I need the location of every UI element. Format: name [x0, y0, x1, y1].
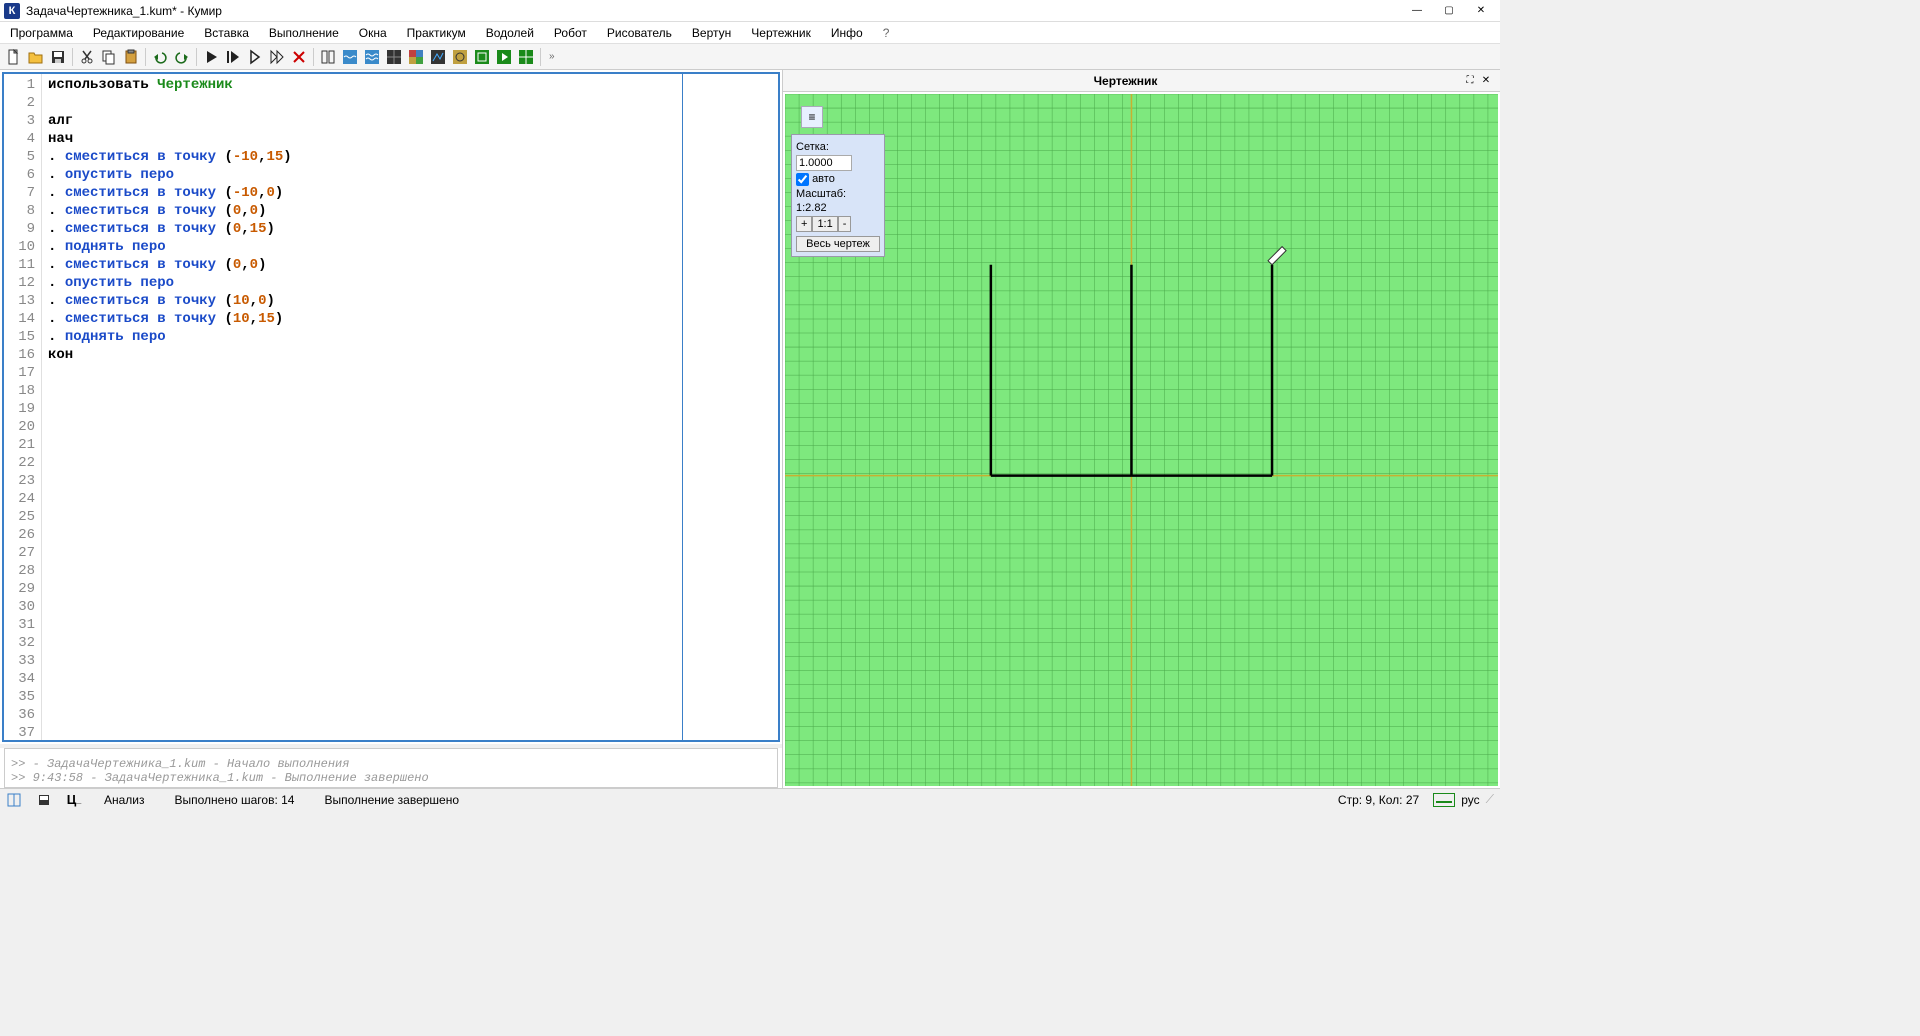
grid-label: Сетка: — [796, 141, 880, 153]
step-over-button[interactable] — [245, 47, 265, 67]
menu-робот[interactable]: Робот — [550, 24, 591, 42]
code-line: . сместиться в точку (0,0) — [48, 256, 772, 274]
code-line: . сместиться в точку (0,15) — [48, 220, 772, 238]
code-line: . опустить перо — [48, 274, 772, 292]
code-line: нач — [48, 130, 772, 148]
code-line: . поднять перо — [48, 328, 772, 346]
step-into-button[interactable] — [267, 47, 287, 67]
save-file-button[interactable] — [48, 47, 68, 67]
auto-checkbox-label[interactable]: авто — [796, 173, 835, 185]
run-step-button[interactable] — [223, 47, 243, 67]
sb-analysis[interactable]: Анализ — [96, 793, 153, 807]
scale-value: 1:2.82 — [796, 202, 880, 214]
console-line: >> 9:43:58 - ЗадачаЧертежника_1.kum - Вы… — [11, 771, 771, 785]
menu-рисователь[interactable]: Рисователь — [603, 24, 676, 42]
run-button[interactable] — [201, 47, 221, 67]
new-file-button[interactable] — [4, 47, 24, 67]
code-line: кон — [48, 346, 772, 364]
sb-resize-grip[interactable]: ⟋ — [1486, 792, 1494, 807]
draw-panel-header: Чертежник ⛶ ✕ — [783, 70, 1500, 92]
menu-вставка[interactable]: Вставка — [200, 24, 253, 42]
console-line: >> - ЗадачаЧертежника_1.kum - Начало вып… — [11, 757, 771, 771]
code-line: алг — [48, 112, 772, 130]
code-line: использовать Чертежник — [48, 76, 772, 94]
full-view-button[interactable]: Весь чертеж — [796, 236, 880, 252]
robot-exit-button[interactable] — [494, 47, 514, 67]
close-button[interactable]: ✕ — [1466, 2, 1496, 20]
sb-font-icon[interactable]: Ц_ — [66, 792, 82, 808]
menu-редактирование[interactable]: Редактирование — [89, 24, 188, 42]
grid-dark-button[interactable] — [384, 47, 404, 67]
paste-button[interactable] — [121, 47, 141, 67]
robot-grid-button[interactable] — [516, 47, 536, 67]
menu-окна[interactable]: Окна — [355, 24, 391, 42]
code-line: . сместиться в точку (-10,0) — [48, 184, 772, 202]
menu-практикум[interactable]: Практикум — [403, 24, 470, 42]
draw-panel-title: Чертежник — [789, 74, 1462, 88]
draw-control-panel: Сетка: авто Масштаб: 1:2.82 + 1:1 - Весь… — [791, 134, 885, 257]
editor[interactable]: 1234567891011121314151617181920212223242… — [2, 72, 780, 742]
zoom-in-button[interactable]: + — [796, 216, 812, 232]
statusbar: Ц_ Анализ Выполнено шагов: 14 Выполнение… — [0, 788, 1500, 810]
cut-button[interactable] — [77, 47, 97, 67]
sb-layout-icon[interactable] — [6, 792, 22, 808]
console[interactable]: >> - ЗадачаЧертежника_1.kum - Начало вып… — [4, 748, 778, 788]
risovatel-button[interactable] — [428, 47, 448, 67]
code-area[interactable]: использовать Чертежник алгнач. сместитьс… — [42, 74, 778, 740]
chertezh-green-button[interactable] — [472, 47, 492, 67]
toolbar: » — [0, 44, 1500, 70]
layout-button[interactable] — [318, 47, 338, 67]
redo-button[interactable] — [172, 47, 192, 67]
drawing-canvas[interactable]: ≡ Сетка: авто Масштаб: 1:2.82 + 1:1 - Ве… — [785, 94, 1498, 786]
sb-steps: Выполнено шагов: 14 — [167, 793, 303, 807]
menu-водолей[interactable]: Водолей — [482, 24, 538, 42]
vodoley2-button[interactable] — [362, 47, 382, 67]
menu-вертун[interactable]: Вертун — [688, 24, 735, 42]
panel-close-button[interactable]: ✕ — [1478, 73, 1494, 89]
toolbar-more-icon[interactable]: » — [545, 51, 559, 62]
undo-button[interactable] — [150, 47, 170, 67]
auto-checkbox[interactable] — [796, 173, 809, 186]
code-line: . сместиться в точку (-10,15) — [48, 148, 772, 166]
menu-чертежник[interactable]: Чертежник — [747, 24, 815, 42]
grid-color-button[interactable] — [406, 47, 426, 67]
minimize-button[interactable]: — — [1402, 2, 1432, 20]
code-line: . опустить перо — [48, 166, 772, 184]
sb-position: Стр: 9, Кол: 27 — [1330, 793, 1427, 807]
menu-инфо[interactable]: Инфо — [827, 24, 867, 42]
zoom-out-button[interactable]: - — [838, 216, 852, 232]
menu-программа[interactable]: Программа — [6, 24, 77, 42]
menu-выполнение[interactable]: Выполнение — [265, 24, 343, 42]
sb-done: Выполнение завершено — [316, 793, 467, 807]
sb-lang[interactable]: рус — [1461, 793, 1479, 807]
code-line: . сместиться в точку (10,0) — [48, 292, 772, 310]
help-icon[interactable]: ? — [883, 26, 890, 40]
app-icon: К — [4, 3, 20, 19]
maximize-button[interactable]: ▢ — [1434, 2, 1464, 20]
zoom-reset-button[interactable]: 1:1 — [812, 216, 837, 232]
vertun-button[interactable] — [450, 47, 470, 67]
code-line: . сместиться в точку (10,15) — [48, 310, 772, 328]
grid-svg — [785, 94, 1498, 786]
stop-button[interactable] — [289, 47, 309, 67]
line-gutter: 1234567891011121314151617181920212223242… — [4, 74, 42, 740]
draw-menu-button[interactable]: ≡ — [801, 106, 823, 128]
grid-size-input[interactable] — [796, 155, 852, 171]
open-file-button[interactable] — [26, 47, 46, 67]
window-title: ЗадачаЧертежника_1.kum* - Кумир — [26, 4, 1402, 18]
code-line: . сместиться в точку (0,0) — [48, 202, 772, 220]
code-line — [48, 94, 772, 112]
menubar: Программа Редактирование Вставка Выполнение… — [0, 22, 1500, 44]
titlebar: К ЗадачаЧертежника_1.kum* - Кумир — ▢ ✕ — [0, 0, 1500, 22]
panel-maximize-button[interactable]: ⛶ — [1462, 73, 1478, 89]
margin-line — [682, 74, 683, 740]
scale-label: Масштаб: — [796, 188, 880, 200]
sb-save-icon[interactable] — [36, 792, 52, 808]
copy-button[interactable] — [99, 47, 119, 67]
sb-status-icon[interactable] — [1433, 793, 1455, 807]
code-line: . поднять перо — [48, 238, 772, 256]
vodoley-button[interactable] — [340, 47, 360, 67]
